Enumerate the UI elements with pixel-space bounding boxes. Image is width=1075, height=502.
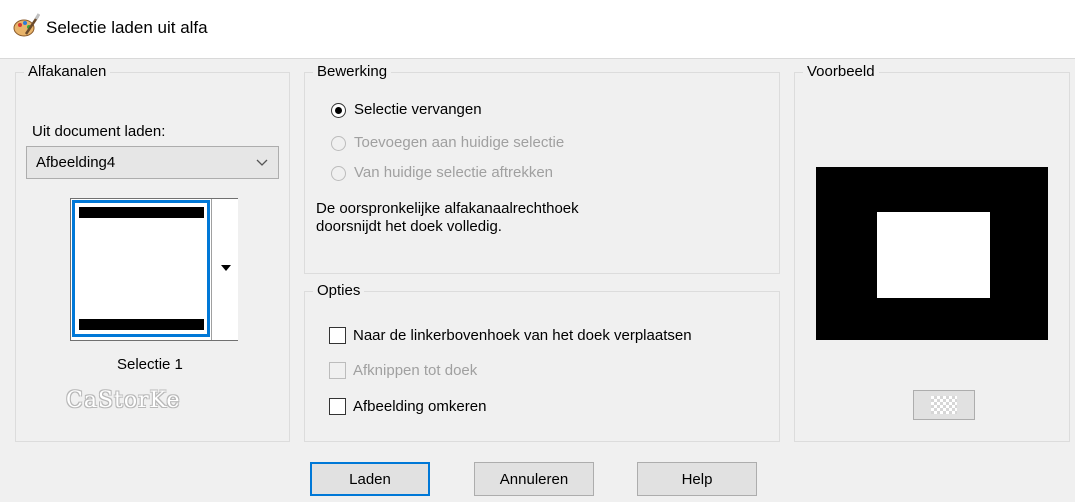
bewerking-legend: Bewerking: [313, 63, 392, 80]
title-bar: Selectie laden uit alfa: [0, 0, 1075, 59]
operation-description: De oorspronkelijke alfakanaalrechthoek d…: [316, 200, 579, 235]
checkerboard-icon: [931, 396, 957, 414]
checkbox-clip-to-canvas[interactable]: [329, 362, 346, 379]
radio-add-selection[interactable]: [331, 136, 346, 151]
preview-selection: [877, 212, 990, 298]
checkbox-move-label[interactable]: Naar de linkerbovenhoek van het doek ver…: [353, 327, 692, 344]
checkbox-invert-label[interactable]: Afbeelding omkeren: [353, 398, 486, 415]
checkbox-move-to-topleft[interactable]: [329, 327, 346, 344]
load-button[interactable]: Laden: [310, 462, 430, 496]
help-button[interactable]: Help: [637, 462, 757, 496]
window-title: Selectie laden uit alfa: [46, 18, 208, 37]
chevron-down-icon: [256, 159, 268, 166]
watermark-logo: CaStorKe: [66, 388, 181, 413]
radio-replace-label[interactable]: Selectie vervangen: [354, 101, 482, 118]
radio-subtract-selection[interactable]: [331, 166, 346, 181]
thumbnail-top-bar: [79, 207, 204, 218]
voorbeeld-legend: Voorbeeld: [803, 63, 879, 80]
radio-subtract-label[interactable]: Van huidige selectie aftrekken: [354, 164, 553, 181]
radio-add-label[interactable]: Toevoegen aan huidige selectie: [354, 134, 564, 151]
alfakanalen-legend: Alfakanalen: [24, 63, 111, 80]
selection-thumbnail[interactable]: [72, 200, 210, 337]
source-label: Uit document laden:: [32, 123, 166, 140]
paint-palette-icon: [13, 13, 40, 37]
selection-name: Selectie 1: [117, 356, 183, 373]
selection-thumbnail-picker[interactable]: [70, 198, 238, 341]
transparency-toggle-button[interactable]: [913, 390, 975, 420]
source-document-select[interactable]: Afbeelding4: [26, 146, 279, 179]
checkbox-clip-label[interactable]: Afknippen tot doek: [353, 362, 477, 379]
radio-selected-dot: [335, 107, 342, 114]
dropdown-arrow-icon: [221, 265, 231, 271]
cancel-button[interactable]: Annuleren: [474, 462, 594, 496]
thumbnail-bottom-bar: [79, 319, 204, 330]
source-document-value: Afbeelding4: [36, 154, 116, 171]
opties-legend: Opties: [313, 282, 365, 299]
thumbnail-dropdown-button[interactable]: [211, 199, 238, 340]
radio-replace-selection[interactable]: [331, 103, 346, 118]
checkbox-invert-image[interactable]: [329, 398, 346, 415]
